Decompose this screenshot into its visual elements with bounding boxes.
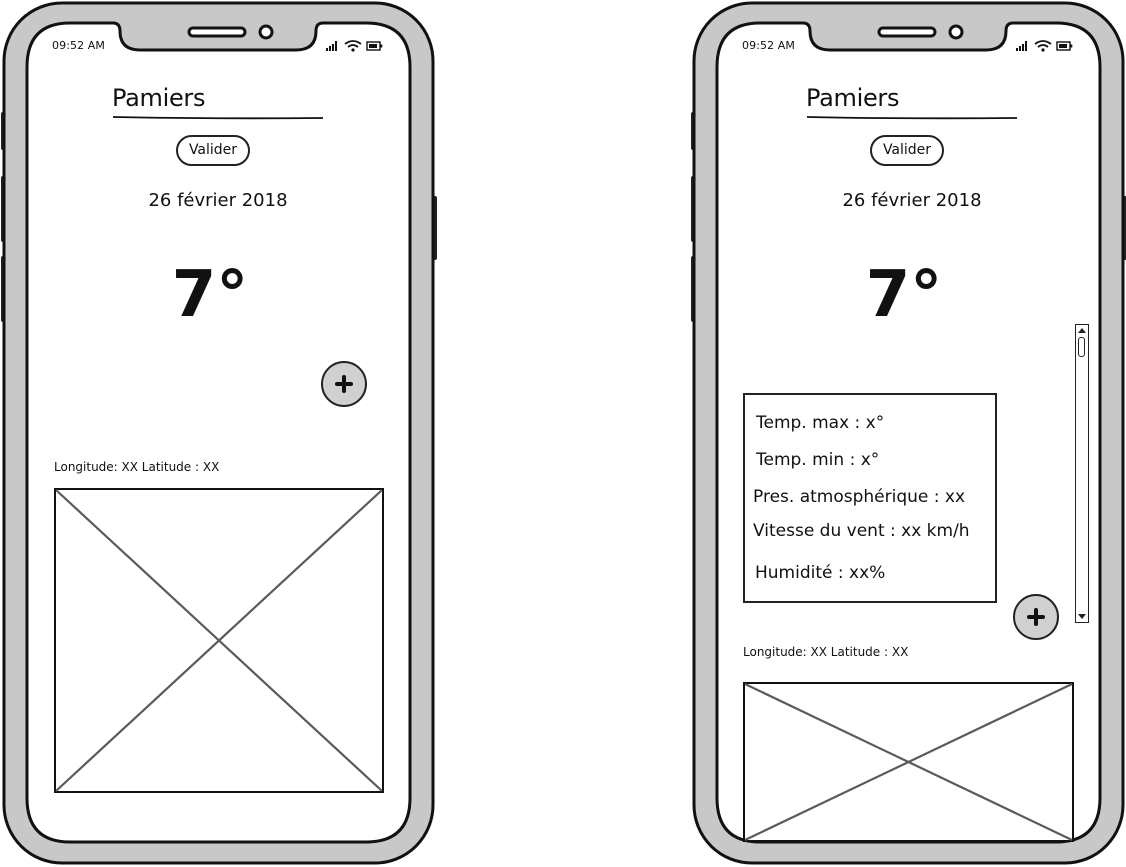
battery-icon [366, 41, 383, 51]
temperature-value: 7° [171, 258, 249, 332]
coordinates-label: Longitude: XX Latitude : XX [54, 460, 220, 474]
coordinates-label: Longitude: XX Latitude : XX [743, 645, 909, 659]
valider-button[interactable]: Valider [176, 135, 250, 166]
signal-icon [1016, 41, 1027, 51]
expand-details-button[interactable] [321, 361, 367, 407]
phone-screen-main: 09:52 AM Pamiers Valider 26 février 2018… [0, 0, 440, 867]
battery-icon [1056, 41, 1073, 51]
weather-details-panel: Temp. max : x° Temp. min : x° Pres. atmo… [743, 393, 997, 603]
map-image-placeholder [743, 682, 1074, 842]
expand-details-button[interactable] [1013, 594, 1059, 640]
status-icons [326, 40, 383, 52]
phone-screen-details: 09:52 AM Pamiers Valider 26 février 2018… [690, 0, 1126, 867]
wifi-icon [344, 40, 362, 52]
status-time: 09:52 AM [742, 39, 796, 52]
map-image-placeholder [54, 488, 384, 793]
wifi-icon [1034, 40, 1052, 52]
status-icons [1016, 40, 1073, 52]
pressure-label: Pres. atmosphérique : xx [753, 487, 966, 507]
city-input-underline [112, 116, 324, 120]
temperature-value: 7° [865, 258, 943, 332]
temp-min-label: Temp. min : x° [756, 450, 880, 470]
status-time: 09:52 AM [52, 39, 106, 52]
city-name-input[interactable]: Pamiers [806, 84, 899, 112]
scroll-down-icon[interactable] [1078, 614, 1086, 619]
scroll-thumb[interactable] [1078, 337, 1085, 357]
city-name-input[interactable]: Pamiers [112, 84, 205, 112]
scroll-up-icon[interactable] [1078, 328, 1086, 333]
city-input-underline [806, 116, 1018, 120]
signal-icon [326, 41, 337, 51]
date-label: 26 février 2018 [842, 190, 982, 211]
temp-max-label: Temp. max : x° [756, 413, 885, 433]
wind-speed-label: Vitesse du vent : xx km/h [753, 521, 970, 541]
date-label: 26 février 2018 [148, 190, 288, 211]
valider-button[interactable]: Valider [870, 135, 944, 166]
vertical-scrollbar[interactable] [1075, 324, 1089, 623]
humidity-label: Humidité : xx% [755, 563, 886, 583]
